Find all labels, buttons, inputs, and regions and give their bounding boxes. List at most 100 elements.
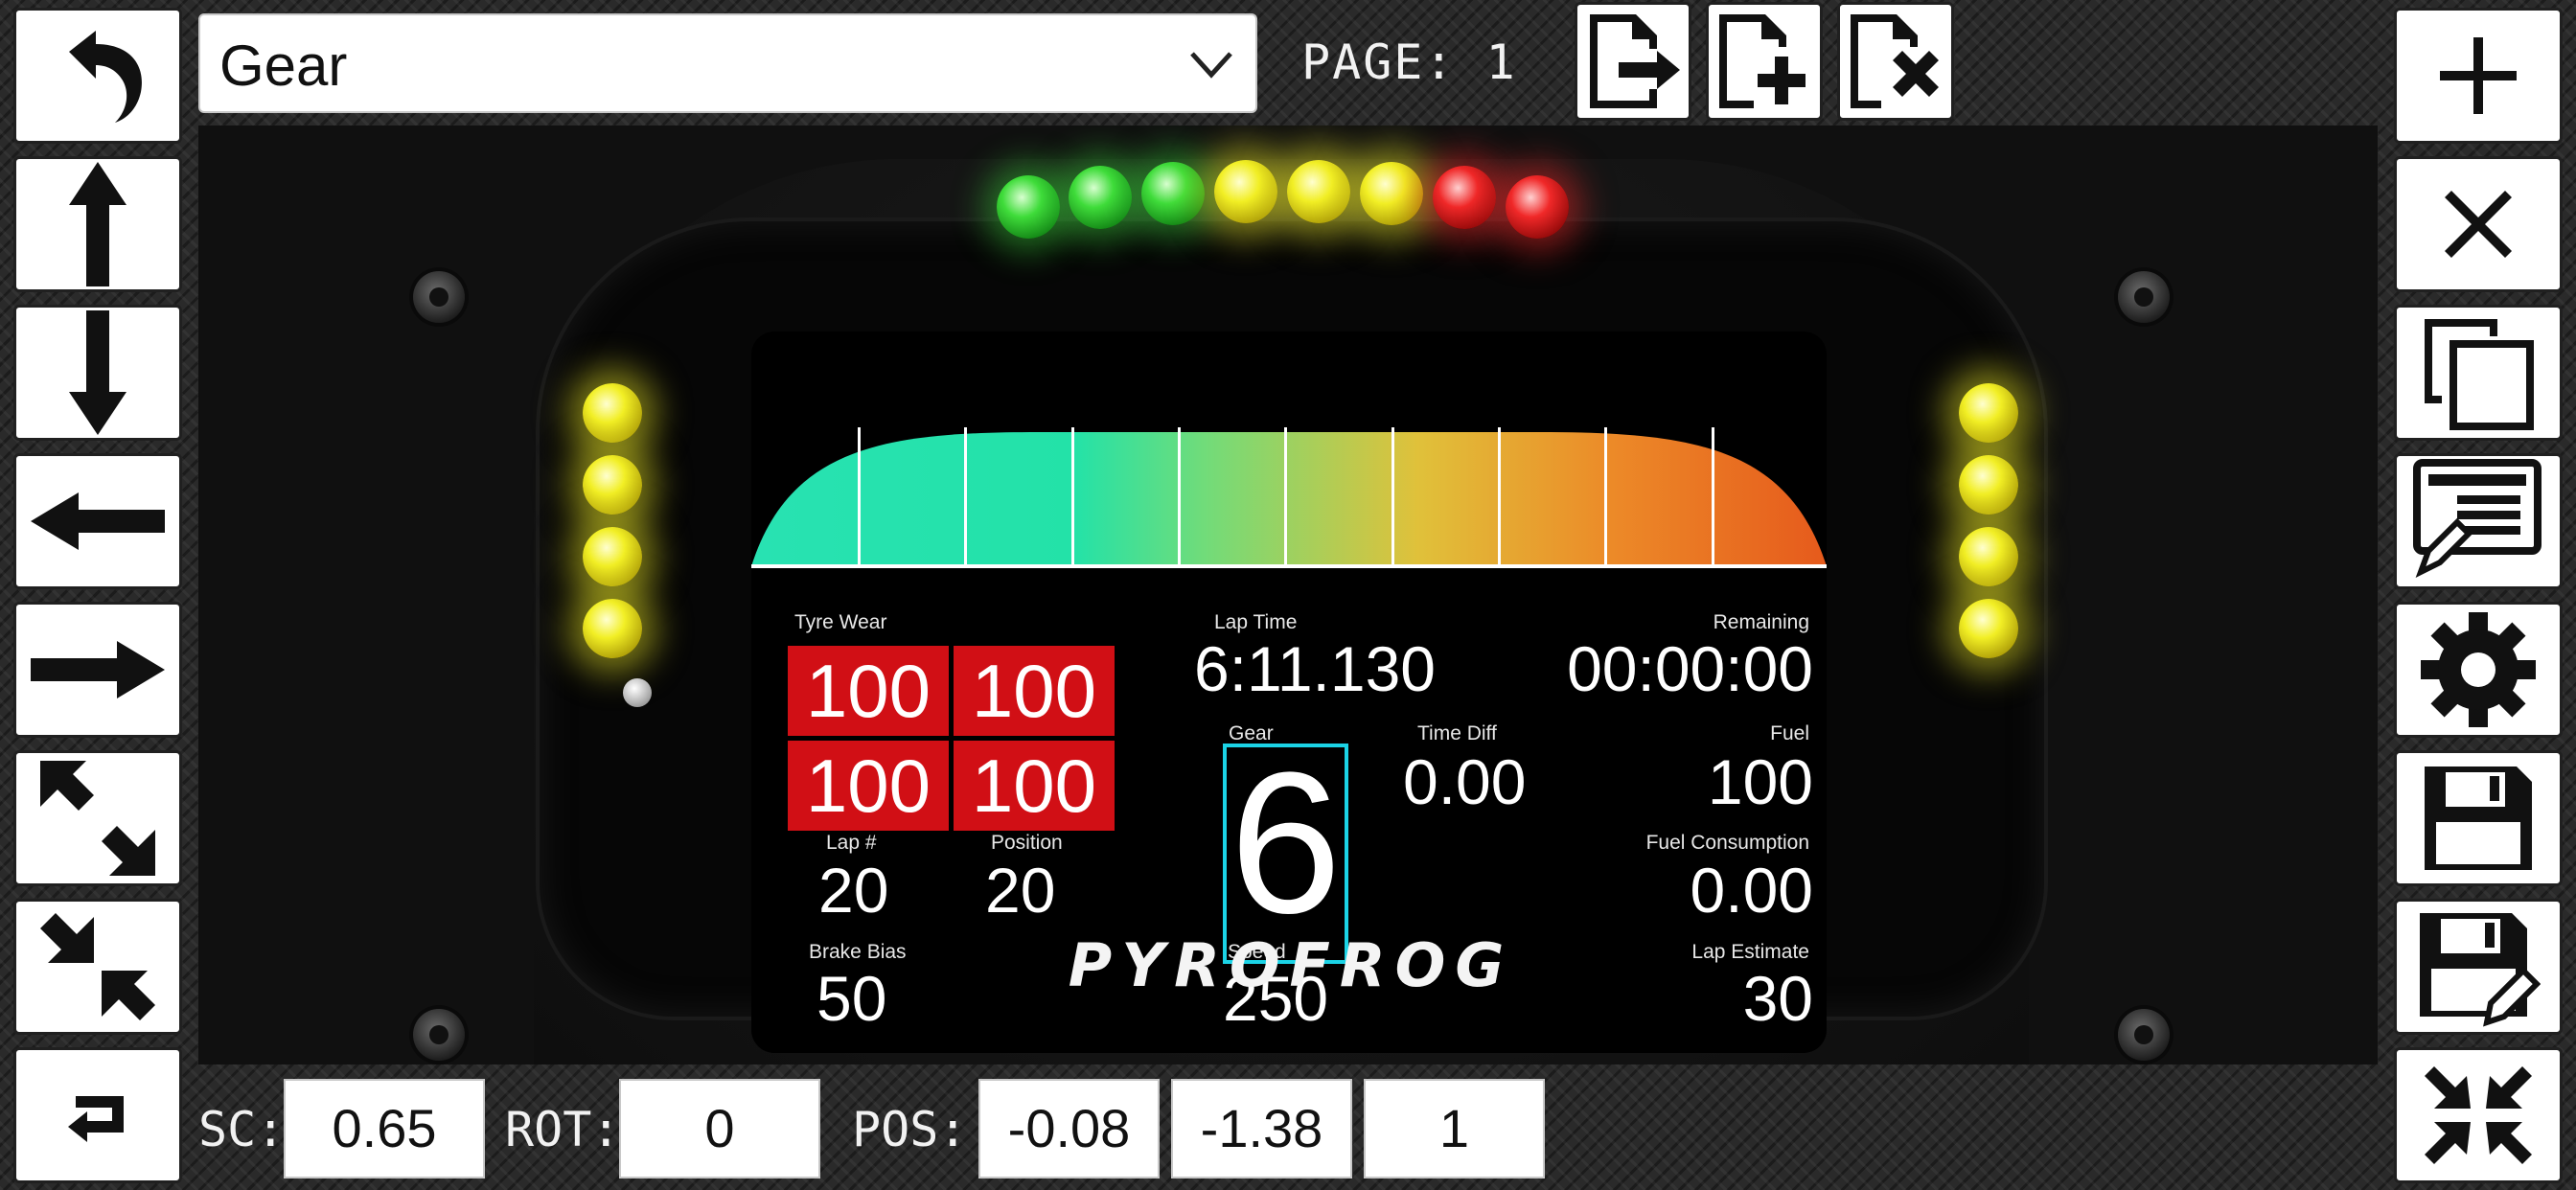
page-label: PAGE: 1 — [1301, 34, 1517, 90]
time-diff-label: Time Diff — [1417, 722, 1497, 744]
undo-icon — [69, 31, 142, 123]
add-element-button[interactable] — [2394, 8, 2563, 144]
delete-page-button[interactable] — [1837, 2, 1954, 121]
lap-estimate-value: 30 — [1742, 963, 1813, 1034]
rpm-divider — [1604, 427, 1607, 566]
fuel-consumption-label: Fuel Consumption — [1645, 832, 1809, 854]
tyre-wear-rr: 100 — [954, 741, 1115, 831]
undo-button[interactable] — [13, 8, 182, 144]
fuel-value: 100 — [1707, 746, 1813, 817]
add-page-button[interactable] — [1706, 2, 1823, 121]
move-right-button[interactable] — [13, 602, 182, 738]
brake-bias-label: Brake Bias — [809, 941, 907, 963]
tyre-wear-fl: 100 — [788, 646, 949, 736]
rpm-divider — [1712, 427, 1714, 566]
shift-led — [1287, 160, 1350, 223]
lap-time-value: 6:11.130 — [1194, 633, 1437, 704]
scale-down-button[interactable] — [13, 899, 182, 1035]
shift-led — [1069, 166, 1132, 229]
remaining-label: Remaining — [1713, 611, 1809, 633]
expand-icon — [40, 761, 155, 876]
rpm-divider — [1284, 427, 1287, 566]
save-as-icon — [2420, 912, 2541, 1026]
left-flag-led — [583, 455, 642, 515]
lap-time-label: Lap Time — [1214, 611, 1298, 633]
screw — [413, 271, 465, 323]
remaining-value: 00:00:00 — [1567, 633, 1813, 704]
collapse-button[interactable] — [2394, 1047, 2563, 1183]
status-led — [623, 678, 652, 707]
arrow-left-icon — [31, 492, 165, 550]
close-icon — [2445, 191, 2512, 258]
rpm-baseline — [751, 564, 1827, 568]
brake-bias-value: 50 — [816, 963, 887, 1034]
shift-led — [1141, 162, 1205, 225]
settings-button[interactable] — [2394, 602, 2563, 738]
left-flag-led — [583, 599, 642, 658]
screw — [2118, 271, 2170, 323]
position-label-bottom: POS: — [852, 1102, 968, 1157]
dashboard-preview[interactable]: Tyre Wear 100 100 100 100 Lap Time 6:11.… — [198, 126, 2378, 1064]
rpm-divider — [1071, 427, 1074, 566]
move-up-button[interactable] — [13, 156, 182, 292]
rpm-divider — [1498, 427, 1501, 566]
next-page-button[interactable] — [1575, 2, 1691, 121]
duplicate-icon — [2425, 319, 2534, 430]
shift-led — [1506, 175, 1569, 239]
shrink-icon — [40, 913, 155, 1020]
gear-settings-icon — [2421, 612, 2536, 727]
right-flag-led — [1959, 599, 2018, 658]
collapse-icon — [2425, 1066, 2532, 1164]
screw — [2118, 1009, 2170, 1061]
fuel-consumption-value: 0.00 — [1690, 855, 1813, 926]
chevron-down-icon — [1190, 52, 1232, 79]
brand-logo: PYROFROG — [1068, 930, 1514, 1000]
move-left-button[interactable] — [13, 453, 182, 589]
scale-input[interactable]: 0.65 — [284, 1079, 485, 1179]
scale-up-button[interactable] — [13, 750, 182, 886]
rpm-divider — [1178, 427, 1181, 566]
page-add-icon — [1719, 14, 1806, 108]
lap-number-label: Lap # — [826, 832, 877, 854]
right-flag-led — [1959, 455, 2018, 515]
arrow-up-icon — [69, 162, 126, 286]
arrow-down-icon — [69, 310, 126, 435]
save-icon — [2425, 767, 2532, 870]
left-flag-led — [583, 527, 642, 586]
rpm-divider — [964, 427, 967, 566]
edit-properties-button[interactable] — [2394, 453, 2563, 589]
element-select-dropdown[interactable]: Gear — [198, 13, 1257, 113]
position-value: 20 — [985, 855, 1056, 926]
position-y-input[interactable]: -1.38 — [1171, 1079, 1352, 1179]
scale-label: SC: — [198, 1102, 286, 1157]
rpm-divider — [1392, 427, 1394, 566]
fuel-label: Fuel — [1770, 722, 1809, 744]
rpm-bar — [751, 332, 1827, 566]
left-flag-led — [583, 383, 642, 443]
rotation-label: ROT: — [505, 1102, 621, 1157]
save-as-button[interactable] — [2394, 899, 2563, 1035]
lap-number-value: 20 — [818, 855, 889, 926]
rpm-divider — [858, 427, 861, 566]
screw — [413, 1009, 465, 1061]
tyre-wear-fr: 100 — [954, 646, 1115, 736]
position-label: Position — [991, 832, 1063, 854]
move-down-button[interactable] — [13, 305, 182, 441]
plus-icon — [2440, 37, 2517, 114]
duplicate-element-button[interactable] — [2394, 305, 2563, 441]
right-flag-led — [1959, 527, 2018, 586]
position-x-input[interactable]: -0.08 — [978, 1079, 1160, 1179]
right-flag-led — [1959, 383, 2018, 443]
shift-led — [1433, 166, 1496, 229]
position-z-input[interactable]: 1 — [1364, 1079, 1545, 1179]
back-button[interactable] — [13, 1047, 182, 1183]
rotation-input[interactable]: 0 — [619, 1079, 820, 1179]
remove-element-button[interactable] — [2394, 156, 2563, 292]
tyre-wear-label: Tyre Wear — [794, 611, 887, 633]
shift-led — [1360, 162, 1423, 225]
save-button[interactable] — [2394, 750, 2563, 886]
gear-value: 6 — [1230, 730, 1342, 955]
shift-led — [997, 175, 1060, 239]
return-icon — [68, 1096, 124, 1142]
edit-list-icon — [2413, 459, 2542, 579]
